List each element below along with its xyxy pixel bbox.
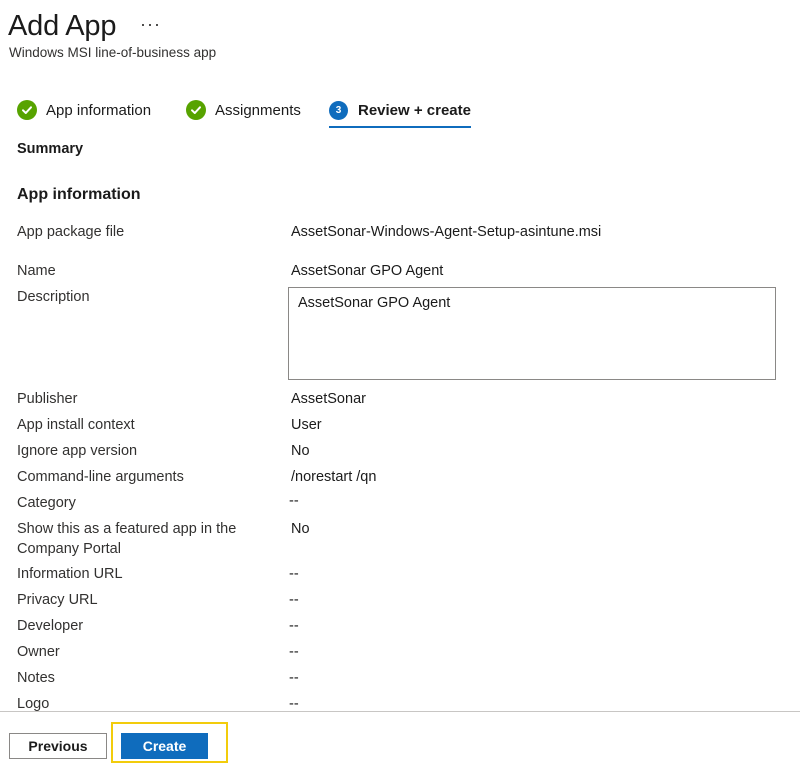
field-label-featured-app: Show this as a featured app in the Compa… (17, 521, 237, 557)
tab-assignments[interactable]: Assignments (186, 94, 301, 126)
field-value-information-url: -- (289, 566, 299, 582)
field-value-featured-app: No (291, 521, 310, 537)
summary-heading: Summary (17, 141, 84, 157)
field-value-developer: -- (289, 618, 299, 634)
tab-label: Assignments (215, 101, 301, 119)
field-label-privacy-url: Privacy URL (17, 592, 98, 608)
page-subtitle: Windows MSI line-of-business app (9, 45, 217, 60)
field-value-notes: -- (289, 670, 299, 686)
field-value-package-file: AssetSonar-Windows-Agent-Setup-asintune.… (291, 224, 602, 240)
page-title: Add App (8, 10, 117, 42)
field-label-package-file: App package file (17, 224, 125, 240)
create-button[interactable]: Create (121, 733, 208, 759)
tab-app-information[interactable]: App information (17, 94, 151, 126)
field-value-owner: -- (289, 644, 299, 660)
field-value-ignore-version: No (291, 443, 310, 459)
field-label-description: Description (17, 289, 90, 305)
field-label-name: Name (17, 263, 56, 279)
field-label-notes: Notes (17, 670, 55, 686)
field-label-owner: Owner (17, 644, 60, 660)
footer-divider (0, 711, 800, 712)
field-value-command-line-arguments: /norestart /qn (291, 469, 377, 485)
field-label-publisher: Publisher (17, 391, 78, 407)
step-number-badge: 3 (329, 100, 348, 120)
field-label-install-context: App install context (17, 417, 135, 433)
field-value-category: -- (289, 493, 299, 509)
field-label-ignore-version: Ignore app version (17, 443, 138, 459)
wizard-tabs: App information Assignments 3 Review + c… (17, 94, 487, 128)
checkmark-circle-icon (17, 100, 37, 120)
field-value-privacy-url: -- (289, 592, 299, 608)
more-options-icon[interactable]: ··· (140, 12, 161, 36)
field-value-name: AssetSonar GPO Agent (291, 263, 444, 279)
tab-label: App information (46, 101, 152, 119)
previous-button[interactable]: Previous (9, 733, 107, 759)
app-information-heading: App information (17, 186, 141, 203)
description-textarea: AssetSonar GPO Agent (288, 287, 776, 380)
field-value-install-context: User (291, 417, 322, 433)
field-value-publisher: AssetSonar (291, 391, 366, 407)
checkmark-circle-icon (186, 100, 206, 120)
field-label-information-url: Information URL (17, 566, 123, 582)
field-label-command-line-arguments: Command-line arguments (17, 469, 184, 485)
tab-review-create[interactable]: 3 Review + create (329, 94, 471, 128)
tab-label: Review + create (358, 101, 471, 119)
field-label-category: Category (17, 495, 76, 511)
field-label-developer: Developer (17, 618, 84, 634)
